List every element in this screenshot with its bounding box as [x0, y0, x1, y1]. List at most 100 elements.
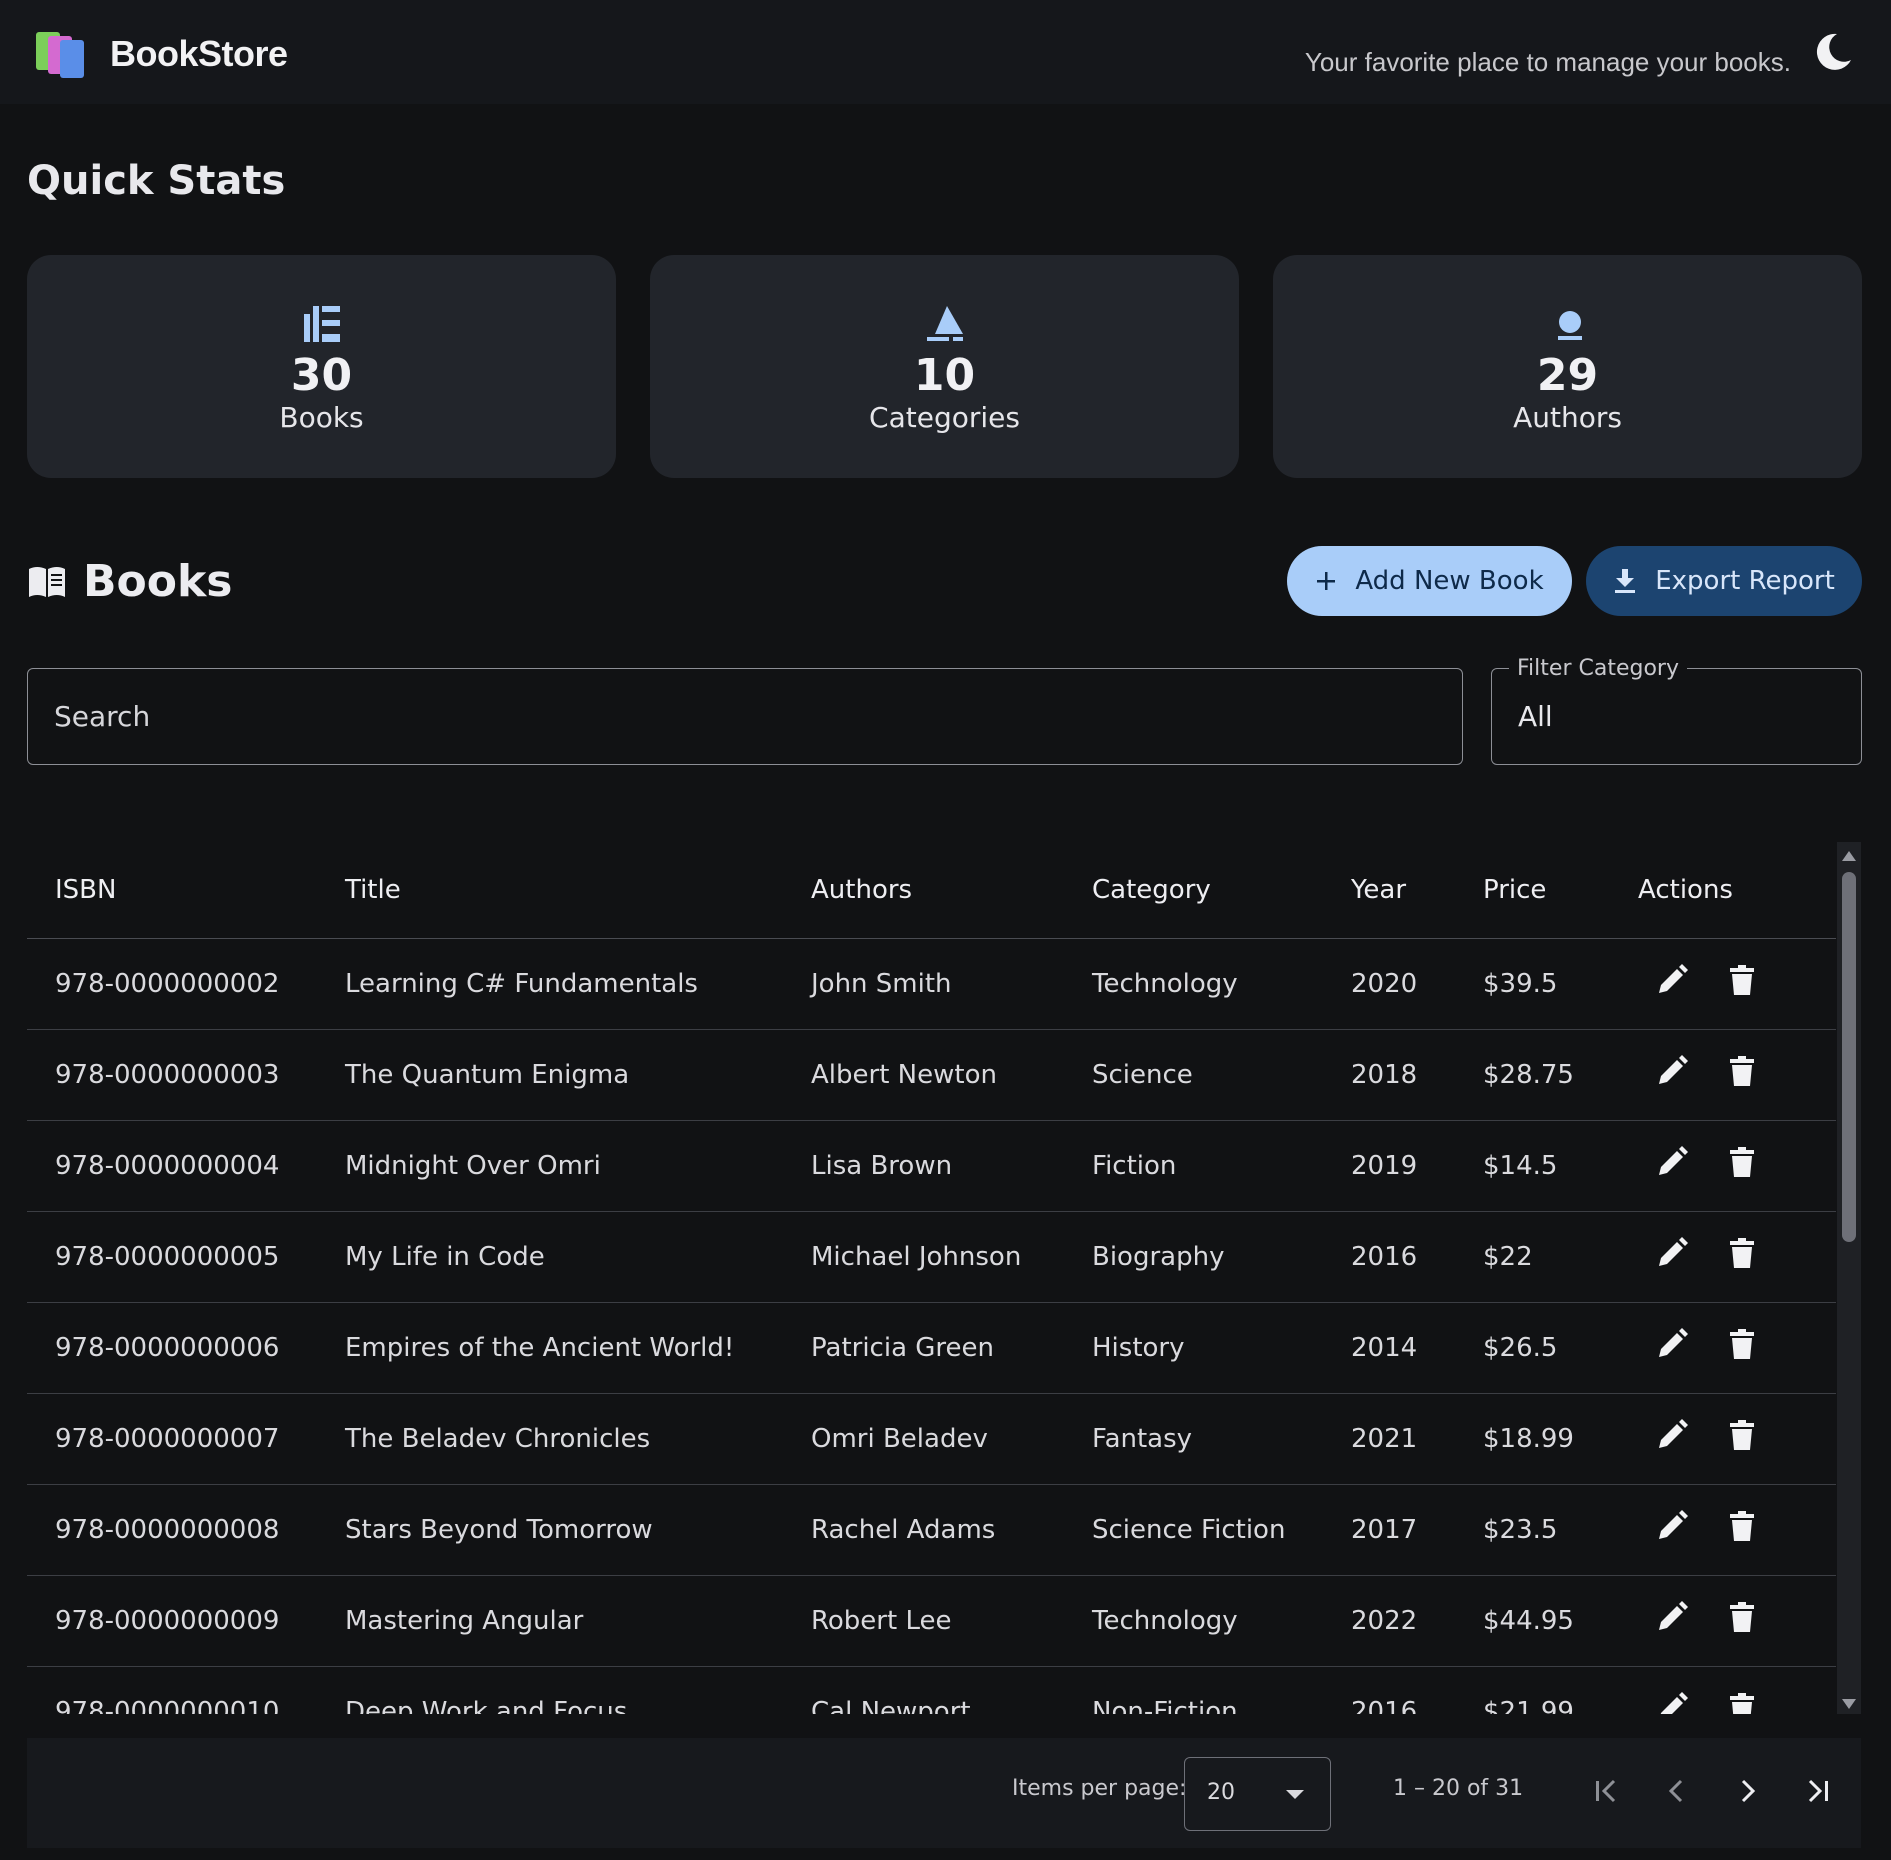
trash-icon — [1728, 1055, 1756, 1094]
delete-button[interactable] — [1722, 1146, 1762, 1186]
table-row: 978-0000000010 Deep Work and Focus Cal New… — [27, 1666, 1836, 1714]
delete-button[interactable] — [1722, 1419, 1762, 1459]
scroll-up-arrow-icon[interactable] — [1840, 848, 1858, 862]
cell-isbn: 978-0000000006 — [27, 1302, 345, 1394]
delete-button[interactable] — [1722, 964, 1762, 1004]
stat-card-books: 30 Books — [27, 255, 616, 478]
column-header-isbn[interactable]: ISBN — [27, 842, 345, 939]
edit-button[interactable] — [1652, 1510, 1692, 1550]
cell-title: Learning C# Fundamentals — [345, 938, 811, 1030]
trash-icon — [1728, 1419, 1756, 1458]
cell-category: History — [1092, 1302, 1351, 1394]
delete-button[interactable] — [1722, 1692, 1762, 1714]
items-per-page-select[interactable]: 20 — [1184, 1757, 1331, 1831]
cell-category: Biography — [1092, 1211, 1351, 1303]
row-actions — [1638, 1055, 1836, 1095]
last-page-button[interactable] — [1797, 1771, 1837, 1811]
column-header-title[interactable]: Title — [345, 842, 811, 939]
table-row: 978-0000000002 Learning C# Fundamentals Jo… — [27, 938, 1836, 1030]
cell-price: $28.75 — [1483, 1029, 1638, 1121]
trash-icon — [1728, 1692, 1756, 1714]
person-icon — [1546, 301, 1590, 345]
row-actions — [1638, 1510, 1836, 1550]
edit-button[interactable] — [1652, 964, 1692, 1004]
edit-button[interactable] — [1652, 1146, 1692, 1186]
column-header-price[interactable]: Price — [1483, 842, 1638, 939]
cell-title: Mastering Angular — [345, 1575, 811, 1667]
table-row: 978-0000000007 The Beladev Chronicles Omri… — [27, 1393, 1836, 1485]
cell-price: $22 — [1483, 1211, 1638, 1303]
edit-button[interactable] — [1652, 1419, 1692, 1459]
plus-icon — [1315, 570, 1337, 592]
cell-category: Science Fiction — [1092, 1484, 1351, 1576]
column-header-authors[interactable]: Authors — [811, 842, 1092, 939]
authors-count: 29 — [1536, 350, 1599, 401]
moon-icon — [1816, 33, 1851, 70]
edit-button[interactable] — [1652, 1601, 1692, 1641]
table-row: 978-0000000004 Midnight Over Omri Lisa Bro… — [27, 1120, 1836, 1212]
row-actions — [1638, 1328, 1836, 1368]
trash-icon — [1728, 1237, 1756, 1276]
books-count: 30 — [290, 350, 353, 401]
filter-category-select[interactable]: All — [1491, 668, 1862, 765]
bookstore-logo-icon — [34, 28, 90, 80]
edit-button[interactable] — [1652, 1055, 1692, 1095]
table-scrollbar-thumb[interactable] — [1842, 872, 1856, 1242]
cell-category: Fantasy — [1092, 1393, 1351, 1485]
cell-title: Empires of the Ancient World! — [345, 1302, 811, 1394]
books-label: Books — [279, 401, 364, 434]
table-row: 978-0000000006 Empires of the Ancient Wor… — [27, 1302, 1836, 1394]
row-actions — [1638, 964, 1836, 1004]
paginator: Items per page: 20 1 – 20 of 31 — [27, 1738, 1861, 1848]
scroll-down-arrow-icon[interactable] — [1840, 1696, 1858, 1710]
cell-authors: Patricia Green — [811, 1302, 1092, 1394]
table-row: 978-0000000005 My Life in Code Michael Joh… — [27, 1211, 1836, 1303]
delete-button[interactable] — [1722, 1601, 1762, 1641]
previous-page-button[interactable] — [1657, 1771, 1697, 1811]
pencil-icon — [1655, 1327, 1689, 1368]
pencil-icon — [1655, 1509, 1689, 1550]
trash-icon — [1728, 1146, 1756, 1185]
filter-category-value: All — [1518, 700, 1553, 733]
delete-button[interactable] — [1722, 1237, 1762, 1277]
next-page-button[interactable] — [1727, 1771, 1767, 1811]
export-report-button[interactable]: Export Report — [1586, 546, 1862, 616]
cell-price: $39.5 — [1483, 938, 1638, 1030]
edit-button[interactable] — [1652, 1237, 1692, 1277]
search-input[interactable]: Search — [27, 668, 1463, 765]
cell-actions — [1638, 1211, 1836, 1303]
brand[interactable]: BookStore — [34, 28, 288, 80]
pencil-icon — [1655, 1236, 1689, 1277]
delete-button[interactable] — [1722, 1328, 1762, 1368]
quick-stats-title: Quick Stats — [27, 158, 286, 204]
cell-authors: Cal Newport — [811, 1666, 1092, 1714]
delete-button[interactable] — [1722, 1510, 1762, 1550]
pencil-icon — [1655, 1418, 1689, 1459]
delete-button[interactable] — [1722, 1055, 1762, 1095]
books-header: Books — [27, 556, 232, 607]
dropdown-arrow-icon — [1286, 1790, 1304, 1799]
tagline: Your favorite place to manage your books… — [1304, 47, 1791, 77]
theme-toggle-button[interactable] — [1811, 30, 1855, 74]
categories-count: 10 — [913, 350, 976, 401]
download-icon — [1613, 568, 1637, 594]
cell-price: $14.5 — [1483, 1120, 1638, 1212]
cell-actions — [1638, 1666, 1836, 1714]
row-actions — [1638, 1692, 1836, 1714]
table-header-row: ISBN Title Authors Category Year Price A… — [27, 842, 1836, 939]
column-header-year[interactable]: Year — [1351, 842, 1483, 939]
top-bar: BookStore Your favorite place to manage … — [0, 0, 1891, 104]
first-page-button[interactable] — [1587, 1771, 1627, 1811]
cell-actions — [1638, 1575, 1836, 1667]
cell-authors: Rachel Adams — [811, 1484, 1092, 1576]
column-header-category[interactable]: Category — [1092, 842, 1351, 939]
edit-button[interactable] — [1652, 1328, 1692, 1368]
edit-button[interactable] — [1652, 1692, 1692, 1714]
add-new-book-button[interactable]: Add New Book — [1287, 546, 1572, 616]
cell-actions — [1638, 1302, 1836, 1394]
cell-price: $18.99 — [1483, 1393, 1638, 1485]
cell-title: Midnight Over Omri — [345, 1120, 811, 1212]
trash-icon — [1728, 1510, 1756, 1549]
cell-actions — [1638, 1120, 1836, 1212]
books-icon — [300, 301, 344, 345]
